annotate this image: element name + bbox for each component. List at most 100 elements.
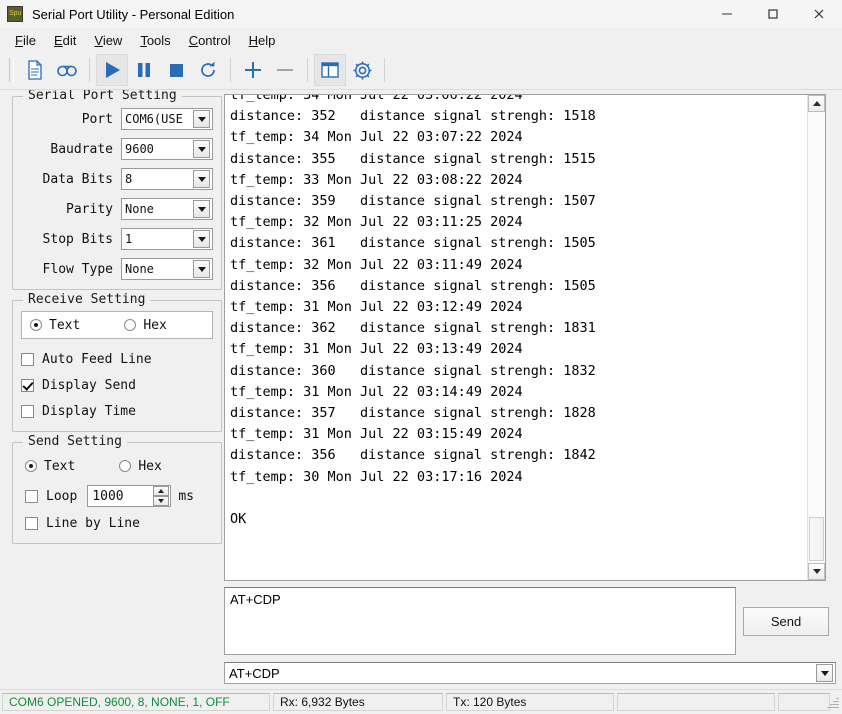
loop-interval-input[interactable]: 1000 xyxy=(87,485,172,507)
loop-checkbox[interactable] xyxy=(25,489,38,503)
chevron-down-icon[interactable] xyxy=(193,170,210,188)
field-data-bits: Data Bits 8 xyxy=(21,167,213,191)
new-document-icon[interactable] xyxy=(19,54,51,86)
radio-indicator xyxy=(25,460,37,472)
menu-tools[interactable]: Tools xyxy=(131,31,179,50)
receive-text-radio[interactable]: Text xyxy=(30,314,80,336)
send-button-container: Send xyxy=(736,587,836,655)
scroll-up-icon[interactable] xyxy=(808,95,825,112)
status-rx-bytes: Rx: 6,932 Bytes xyxy=(273,693,443,711)
port-combo[interactable]: COM6(USE xyxy=(121,108,213,130)
send-input[interactable]: AT+CDP xyxy=(224,587,736,655)
record-tape-icon[interactable] xyxy=(51,54,83,86)
checkbox-indicator xyxy=(21,378,34,392)
auto-feed-line-label: Auto Feed Line xyxy=(42,351,152,367)
window-layout-icon[interactable] xyxy=(314,54,346,86)
play-icon[interactable] xyxy=(96,54,128,86)
menu-file[interactable]: File xyxy=(6,31,45,50)
chevron-down-icon[interactable] xyxy=(193,230,210,248)
toolbar-separator-4 xyxy=(384,58,385,82)
minimize-button[interactable] xyxy=(704,0,750,28)
plus-icon[interactable] xyxy=(237,54,269,86)
menu-control-rest: ontrol xyxy=(198,32,231,48)
chevron-down-icon[interactable] xyxy=(193,200,210,218)
menu-help-mnemonic: H xyxy=(248,32,258,48)
settings-panel: Serial Port Setting Port COM6(USE Baudra… xyxy=(0,90,222,689)
menu-edit[interactable]: Edit xyxy=(45,31,85,50)
menu-view[interactable]: View xyxy=(85,31,131,50)
loop-unit-label: ms xyxy=(178,488,194,504)
receive-console-text[interactable]: tf_temp: 34 Mon Jul 22 03:06:22 2024 dis… xyxy=(225,95,807,580)
menu-tools-rest: ools xyxy=(146,32,171,48)
gear-icon[interactable] xyxy=(346,54,378,86)
status-bar: COM6 OPENED, 9600, 8, NONE, 1, OFF Rx: 6… xyxy=(0,689,842,714)
line-by-line-checkbox[interactable]: Line by Line xyxy=(21,511,213,535)
refresh-icon[interactable] xyxy=(192,54,224,86)
receive-hex-radio[interactable]: Hex xyxy=(124,314,167,336)
scrollbar-thumb[interactable] xyxy=(809,517,824,561)
baudrate-combo[interactable]: 9600 xyxy=(121,138,213,160)
stop-bits-combo[interactable]: 1 xyxy=(121,228,213,250)
data-bits-value: 8 xyxy=(125,172,133,186)
spinner-down-icon[interactable] xyxy=(153,496,170,506)
pause-icon[interactable] xyxy=(128,54,160,86)
auto-feed-line-checkbox[interactable]: Auto Feed Line xyxy=(21,347,213,371)
chevron-down-icon[interactable] xyxy=(816,664,833,682)
maximize-button[interactable] xyxy=(750,0,796,28)
menu-control-mnemonic: C xyxy=(188,32,199,48)
close-button[interactable] xyxy=(796,0,842,28)
resize-grip[interactable] xyxy=(827,694,840,710)
toolbar xyxy=(0,51,842,90)
checkbox-indicator xyxy=(21,404,34,418)
spinner-buttons[interactable] xyxy=(153,486,170,506)
scrollbar-track[interactable] xyxy=(808,112,825,563)
menu-view-mnemonic: V xyxy=(94,32,103,48)
scroll-down-icon[interactable] xyxy=(808,563,825,580)
stop-icon[interactable] xyxy=(160,54,192,86)
chevron-down-icon[interactable] xyxy=(193,260,210,278)
menu-control[interactable]: Control xyxy=(180,31,240,50)
chevron-down-icon[interactable] xyxy=(193,140,210,158)
serial-port-setting-group: Serial Port Setting Port COM6(USE Baudra… xyxy=(12,90,222,290)
spinner-up-icon[interactable] xyxy=(153,486,170,496)
display-send-label: Display Send xyxy=(42,377,136,393)
menu-file-mnemonic: F xyxy=(15,32,23,48)
menu-view-rest: iew xyxy=(102,32,123,48)
field-flow-type: Flow Type None xyxy=(21,257,213,281)
send-hex-label: Hex xyxy=(138,458,162,474)
window-title: Serial Port Utility - Personal Edition xyxy=(32,6,235,22)
send-button[interactable]: Send xyxy=(743,606,829,636)
data-bits-label: Data Bits xyxy=(42,171,113,187)
minus-icon[interactable] xyxy=(269,54,301,86)
send-history-combo[interactable]: AT+CDP xyxy=(224,662,836,684)
send-text-radio[interactable]: Text xyxy=(25,455,75,477)
display-time-checkbox[interactable]: Display Time xyxy=(21,399,213,423)
data-bits-combo[interactable]: 8 xyxy=(121,168,213,190)
stop-bits-value: 1 xyxy=(125,232,133,246)
serial-port-setting-title: Serial Port Setting xyxy=(23,90,182,103)
checkbox-indicator xyxy=(21,352,34,366)
display-send-checkbox[interactable]: Display Send xyxy=(21,373,213,397)
send-history-value: AT+CDP xyxy=(229,665,280,681)
port-label: Port xyxy=(81,111,113,127)
parity-label: Parity xyxy=(66,201,113,217)
receive-mode-box: Text Hex xyxy=(21,311,213,339)
parity-combo[interactable]: None xyxy=(121,198,213,220)
send-hex-radio[interactable]: Hex xyxy=(119,455,162,477)
stop-bits-label: Stop Bits xyxy=(42,231,113,247)
display-time-label: Display Time xyxy=(42,403,136,419)
flow-type-combo[interactable]: None xyxy=(121,258,213,280)
menu-help-rest: elp xyxy=(258,32,276,48)
toolbar-grip[interactable] xyxy=(9,58,14,82)
console-scrollbar[interactable] xyxy=(807,95,825,580)
chevron-down-icon[interactable] xyxy=(193,110,210,128)
baudrate-label: Baudrate xyxy=(50,141,113,157)
status-tx-bytes: Tx: 120 Bytes xyxy=(446,693,614,711)
receive-text-label: Text xyxy=(49,317,81,333)
flow-type-label: Flow Type xyxy=(42,261,113,277)
menu-edit-mnemonic: E xyxy=(53,32,63,48)
loop-interval-stepper[interactable]: 1000 ms xyxy=(87,485,194,507)
send-setting-title: Send Setting xyxy=(23,434,127,449)
menu-help[interactable]: Help xyxy=(240,31,285,50)
status-panel-5 xyxy=(778,693,830,711)
